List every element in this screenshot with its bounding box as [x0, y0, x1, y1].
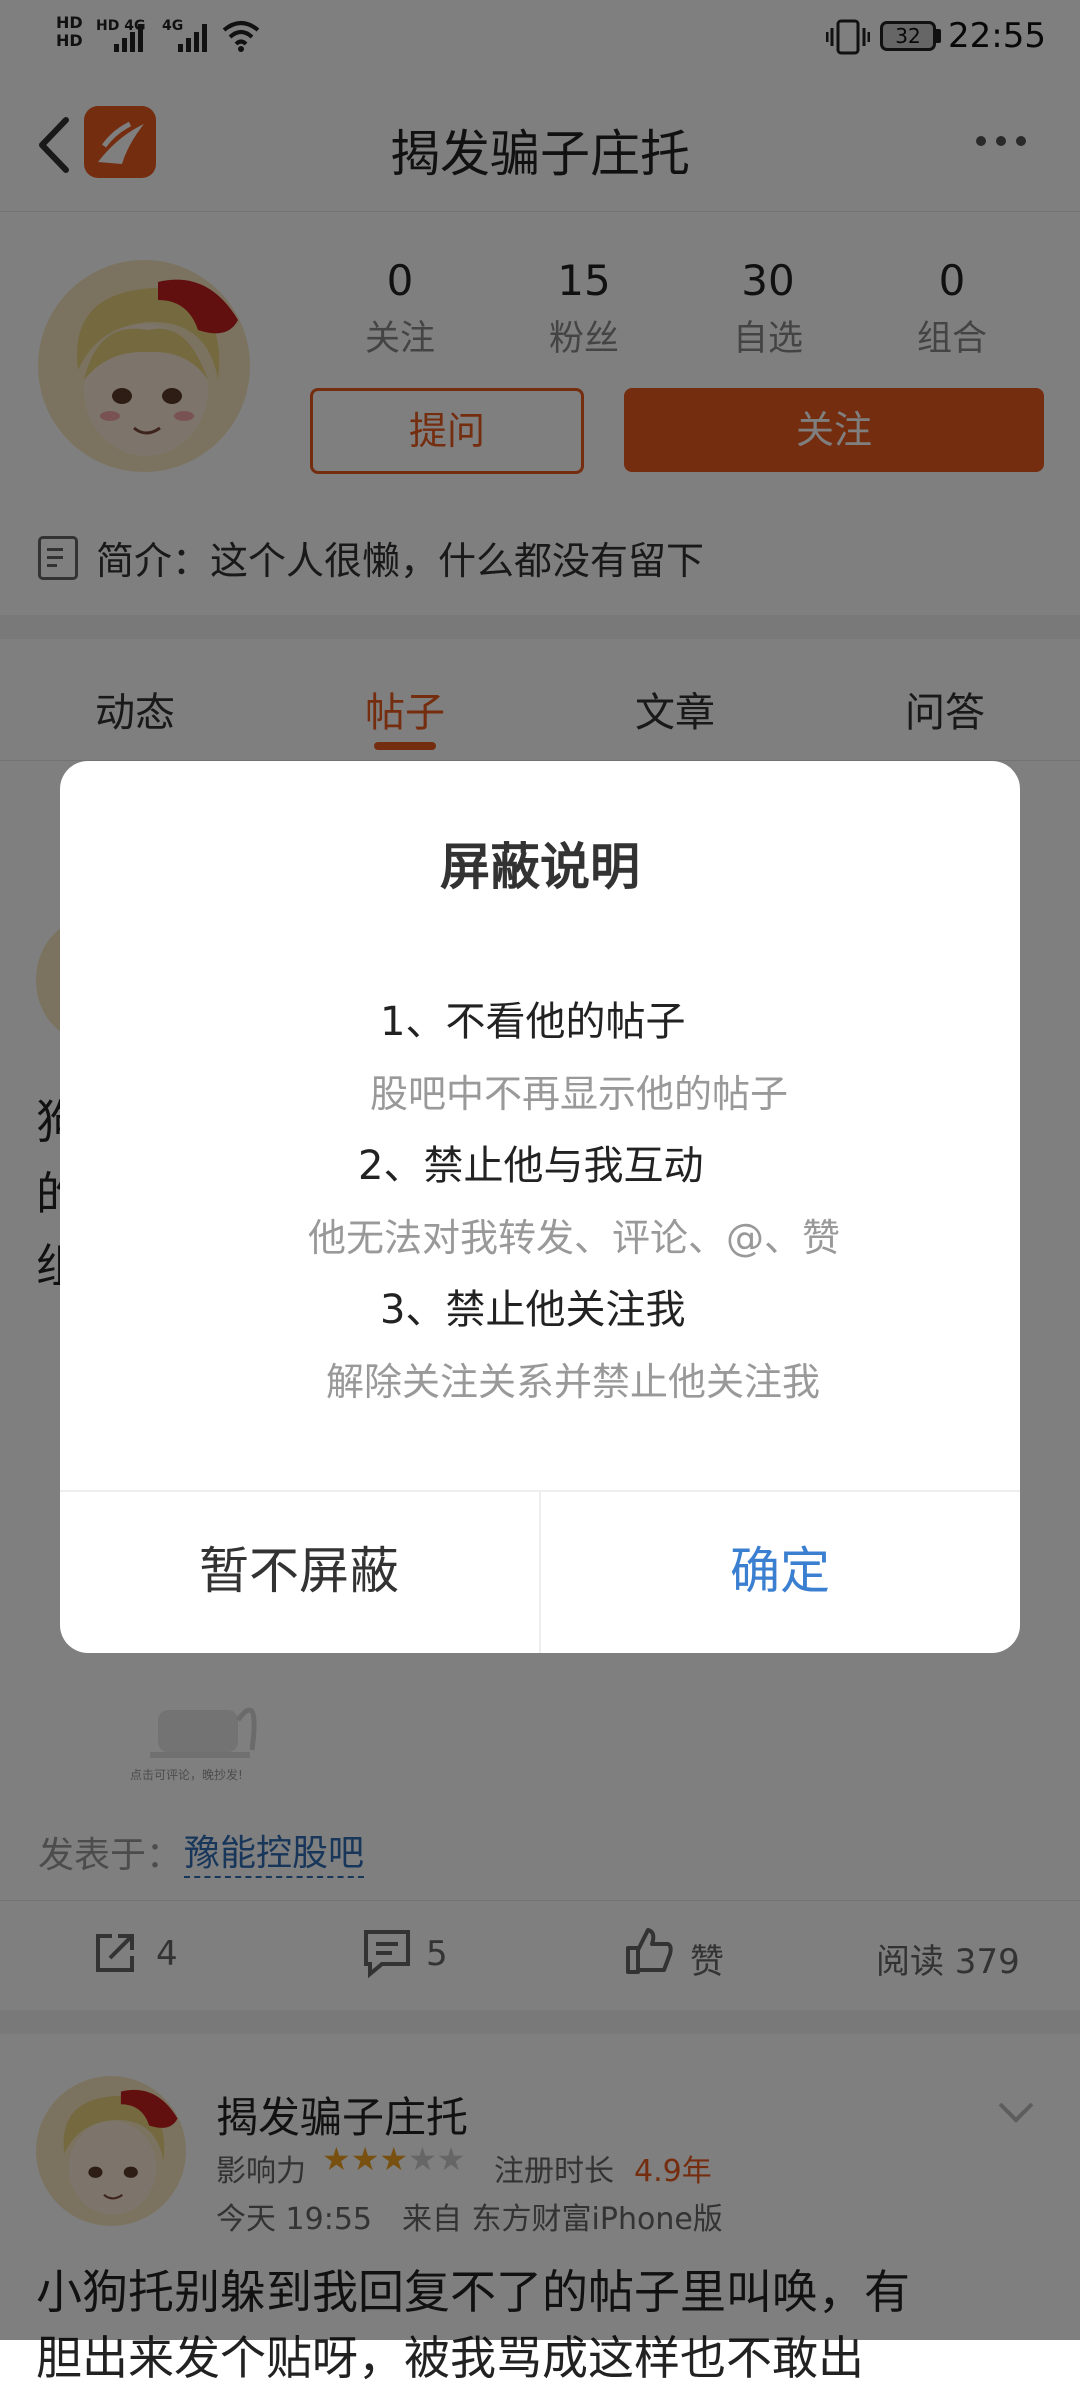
rule-3-description: 解除关注关系并禁止他关注我 — [326, 1360, 821, 1404]
dialog-title: 屏蔽说明 — [440, 838, 640, 896]
rule-2-title: 2、禁止他与我互动 — [358, 1143, 704, 1189]
rule-2-description: 他无法对我转发、评论、@、赞 — [308, 1216, 841, 1260]
rule-3-title: 3、禁止他关注我 — [380, 1287, 686, 1333]
confirm-button[interactable]: 确定 — [541, 1490, 1019, 1653]
cancel-button[interactable]: 暂不屏蔽 — [60, 1490, 538, 1653]
block-explanation-dialog: 屏蔽说明 1、不看他的帖子 股吧中不再显示他的帖子 2、禁止他与我互动 他无法对… — [60, 761, 1020, 1653]
rule-1-description: 股吧中不再显示他的帖子 — [370, 1072, 789, 1116]
rule-1-title: 1、不看他的帖子 — [380, 999, 686, 1045]
